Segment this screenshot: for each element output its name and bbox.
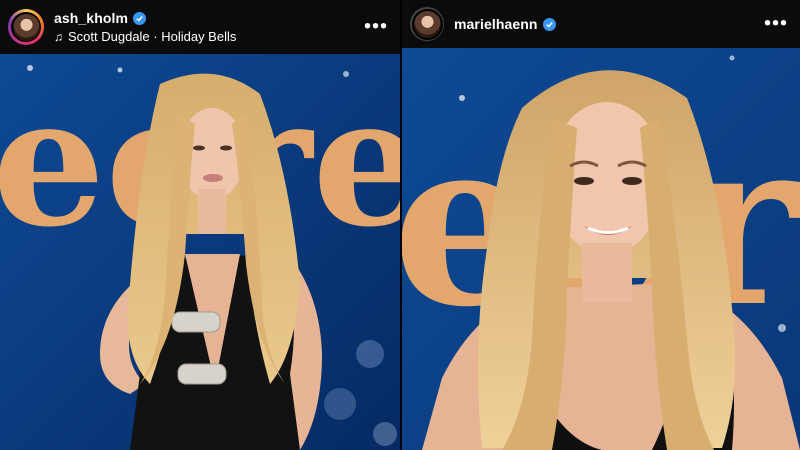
avatar-frame bbox=[411, 8, 443, 40]
post-header: marielhaenn ••• bbox=[402, 0, 800, 48]
music-note-icon: ♫ bbox=[54, 29, 63, 44]
post-photo[interactable]: eere bbox=[0, 54, 400, 450]
music-label: Scott Dugdale · Holiday Bells bbox=[68, 29, 237, 44]
photo-left-art: eere bbox=[0, 54, 400, 450]
username-row: marielhaenn bbox=[454, 16, 556, 32]
post-meta: ash_kholm ♫ Scott Dugdale · Holiday Bell… bbox=[54, 10, 236, 44]
avatar[interactable] bbox=[8, 9, 44, 45]
avatar-image bbox=[413, 10, 441, 38]
avatar-image bbox=[12, 13, 40, 41]
avatar-frame bbox=[11, 12, 41, 42]
post-header: ash_kholm ♫ Scott Dugdale · Holiday Bell… bbox=[0, 0, 400, 54]
more-options-icon[interactable]: ••• bbox=[764, 13, 788, 36]
post-meta: marielhaenn bbox=[454, 16, 556, 32]
more-options-icon[interactable]: ••• bbox=[364, 16, 388, 39]
photo-right-art: ecre bbox=[402, 48, 800, 450]
verified-badge-icon bbox=[133, 11, 147, 25]
username-row: ash_kholm bbox=[54, 10, 236, 26]
username[interactable]: marielhaenn bbox=[454, 16, 538, 32]
instagram-posts: ash_kholm ♫ Scott Dugdale · Holiday Bell… bbox=[0, 0, 800, 450]
post-left: ash_kholm ♫ Scott Dugdale · Holiday Bell… bbox=[0, 0, 400, 450]
post-right: marielhaenn ••• bbox=[400, 0, 800, 450]
music-row[interactable]: ♫ Scott Dugdale · Holiday Bells bbox=[54, 29, 236, 44]
verified-badge-icon bbox=[542, 17, 556, 31]
avatar[interactable] bbox=[410, 7, 444, 41]
username[interactable]: ash_kholm bbox=[54, 10, 128, 26]
post-photo[interactable]: ecre bbox=[402, 48, 800, 450]
